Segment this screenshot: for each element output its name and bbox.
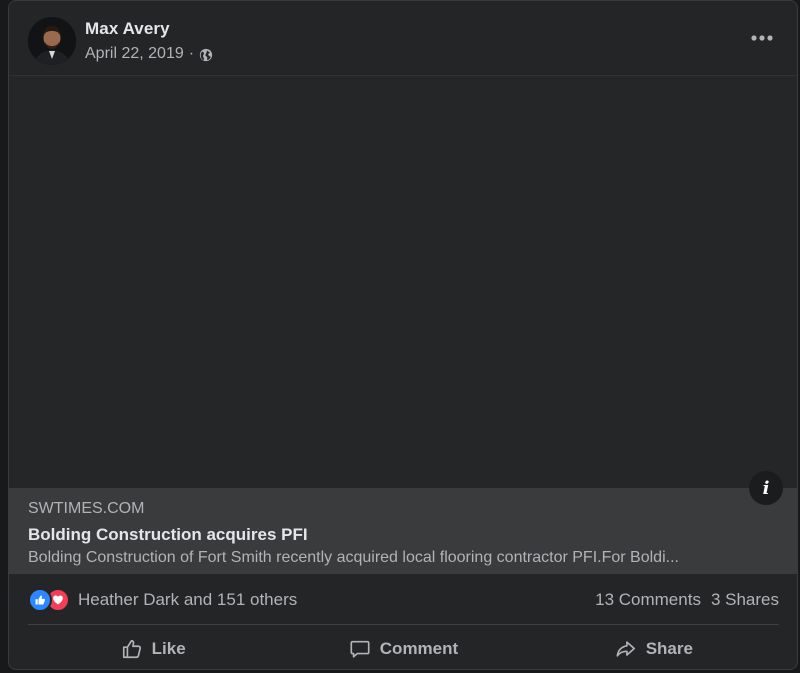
meta-separator: · <box>188 45 195 62</box>
post-header: Max Avery April 22, 2019 · <box>9 1 797 76</box>
share-arrow-icon <box>616 641 635 657</box>
comment-bubble-icon <box>350 640 370 658</box>
link-preview[interactable]: SWTIMES.COM Bolding Construction acquire… <box>9 488 797 574</box>
link-description: Bolding Construction of Fort Smith recen… <box>28 549 679 566</box>
globe-icon <box>199 48 213 62</box>
post-stats: Heather Dark and 151 others 13 Comments … <box>28 587 779 613</box>
link-preview-image[interactable] <box>9 76 797 488</box>
comment-label: Comment <box>379 639 459 658</box>
avatar[interactable] <box>28 17 76 65</box>
stats-divider <box>28 624 779 625</box>
shares-count[interactable]: 3 Shares <box>711 590 779 610</box>
post-meta: April 22, 2019 · <box>85 45 213 63</box>
share-label: Share <box>645 639 693 658</box>
post-actions: Like Comment Share <box>28 631 779 667</box>
reactors-summary[interactable]: Heather Dark and 151 others <box>78 590 297 610</box>
like-label: Like <box>151 639 186 658</box>
reaction-icons[interactable] <box>28 588 70 612</box>
link-title: Bolding Construction acquires PFI <box>28 525 308 544</box>
like-button[interactable]: Like <box>28 631 278 667</box>
comment-button[interactable]: Comment <box>278 631 528 667</box>
link-domain: SWTIMES.COM <box>28 500 145 517</box>
avatar-photo <box>28 17 76 65</box>
share-button[interactable]: Share <box>529 631 779 667</box>
thumbs-up-icon <box>122 639 141 659</box>
feed-post: Max Avery April 22, 2019 · i SWTIMES.COM <box>8 0 798 670</box>
comments-count[interactable]: 13 Comments <box>595 590 701 610</box>
more-horizontal-icon[interactable] <box>749 28 775 48</box>
author-name[interactable]: Max Avery <box>85 19 170 39</box>
post-date[interactable]: April 22, 2019 <box>85 45 184 63</box>
info-icon[interactable]: i <box>749 471 783 505</box>
like-reaction-icon <box>28 588 52 612</box>
